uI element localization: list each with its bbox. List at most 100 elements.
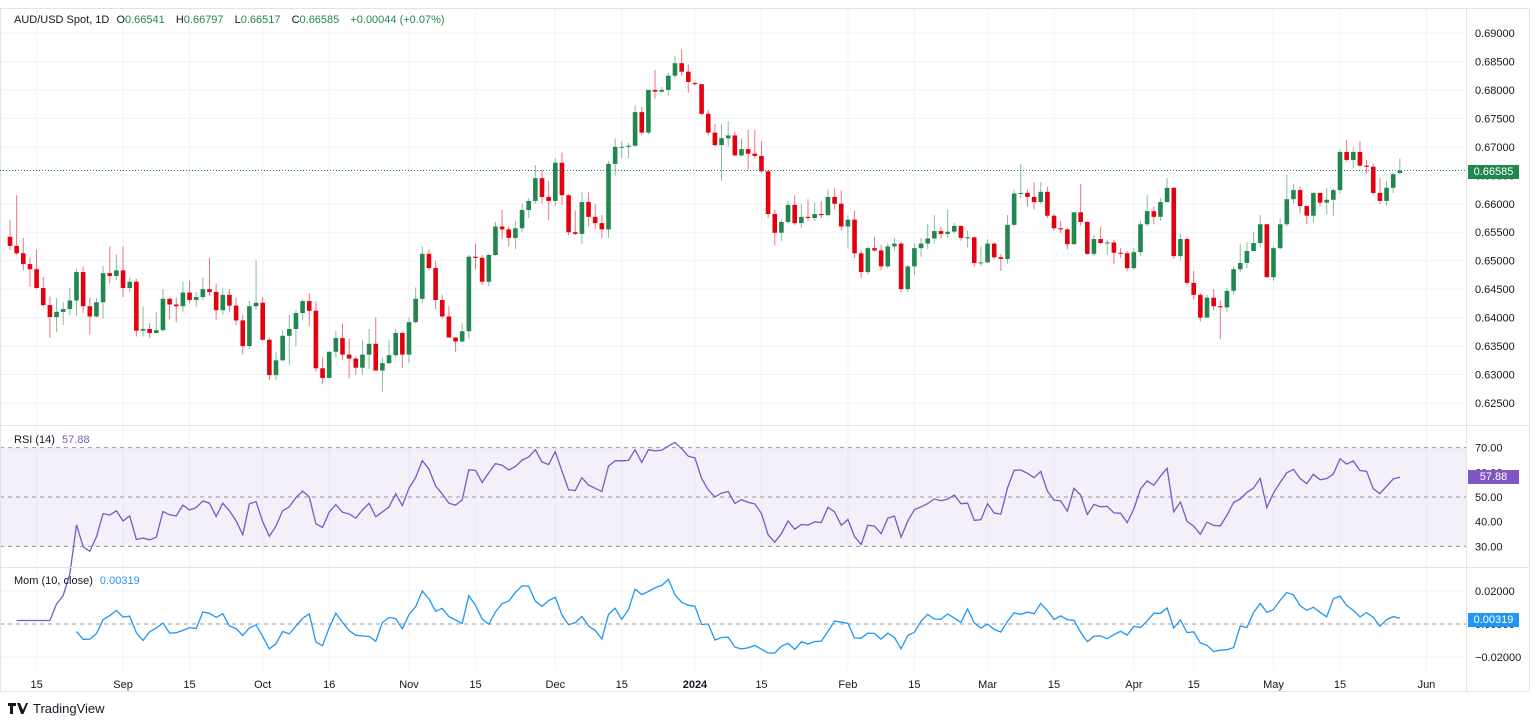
candle-body (360, 354, 365, 368)
x-tick-label: 15 (183, 679, 195, 691)
candle-body (94, 302, 99, 317)
x-tick-label: Oct (254, 679, 271, 691)
candle-body (566, 195, 571, 233)
candle-body (1031, 196, 1037, 203)
candle-body (1337, 151, 1343, 191)
candle-body (1390, 174, 1396, 188)
candle-body (260, 302, 265, 340)
candle-body (386, 355, 392, 364)
candle-body (732, 135, 738, 156)
candle-body (759, 155, 764, 172)
candle-body (892, 243, 897, 247)
candle-body (287, 328, 292, 336)
candle-body (1251, 243, 1256, 252)
candle-body (300, 301, 305, 314)
candle-body (220, 294, 226, 311)
candle-body (54, 311, 59, 318)
candle-body (779, 221, 784, 233)
candle-body (1317, 192, 1323, 203)
candle-body (1058, 228, 1063, 230)
candle-body (1178, 239, 1183, 257)
candle-body (27, 264, 33, 270)
candle-body (74, 272, 79, 301)
candle-body (725, 135, 731, 139)
candle-body (1331, 190, 1336, 200)
candle-body (1237, 262, 1243, 270)
candle-body (765, 171, 771, 215)
candle-body (952, 225, 957, 232)
candle-body (672, 63, 678, 76)
candle-body (819, 214, 824, 216)
rsi-value-badge: 57.88 (1468, 470, 1519, 484)
candle-body (958, 225, 964, 238)
candle-body (878, 250, 884, 267)
y-tick-label: 0.68000 (1475, 85, 1515, 97)
candle-body (712, 132, 718, 146)
candle-body (267, 339, 272, 376)
candle-body (21, 253, 26, 265)
candle-body (1164, 187, 1170, 203)
candle-body (1098, 239, 1103, 244)
candle-body (380, 363, 385, 371)
candle-body (646, 89, 651, 133)
candle-body (858, 253, 864, 273)
mom-tick-label: 0.02000 (1475, 586, 1515, 598)
candle-body (187, 292, 192, 300)
candle-body (413, 298, 418, 323)
candle-body (1264, 224, 1270, 278)
candle-body (1184, 239, 1190, 283)
high-value: H0.66797 (175, 14, 224, 26)
rsi-tick-label: 50.00 (1475, 492, 1503, 504)
candle-body (1138, 224, 1143, 253)
candle-body (1085, 221, 1090, 254)
candle-body (579, 202, 585, 234)
candle-body (1224, 290, 1230, 308)
price-legend: AUD/USD Spot, 1D O0.66541 H0.66797 L0.66… (14, 14, 449, 26)
rsi-tick-label: 30.00 (1475, 541, 1503, 553)
mom-value: 0.00319 (99, 575, 140, 587)
candle-body (752, 153, 758, 156)
rsi-tick-label: 40.00 (1475, 517, 1503, 529)
candle-body (533, 178, 538, 201)
candle-body (925, 238, 930, 244)
candle-body (333, 338, 339, 352)
x-tick-label: Dec (546, 679, 566, 691)
tradingview-logo[interactable]: TradingView (8, 701, 105, 716)
tradingview-logo-icon (8, 703, 28, 714)
candle-body (705, 113, 711, 133)
candle-body (513, 228, 518, 238)
candle-body (918, 243, 924, 249)
chart-frame (0, 8, 1530, 692)
candle-body (473, 256, 478, 258)
candle-body (353, 358, 359, 368)
x-tick-label: Feb (838, 679, 857, 691)
x-tick-label: 15 (908, 679, 920, 691)
candle-body (14, 245, 19, 254)
candle-body (666, 75, 671, 90)
mom-label: Mom (10, close) (14, 575, 93, 587)
candle-body (1025, 192, 1030, 197)
candle-body (87, 306, 93, 317)
chart-canvas[interactable]: 15 Sep 15 Oct 16 Nov 15 Dec 15 2024 15 Feb 15 Mar 15 Ap… (0, 0, 1536, 722)
candle-body (127, 281, 132, 289)
candle-body (1151, 211, 1157, 217)
candle-body (453, 337, 458, 342)
candle-body (213, 291, 219, 311)
candle-body (971, 237, 977, 263)
candle-body (147, 328, 152, 333)
y-tick-label: 0.67500 (1475, 113, 1515, 125)
candles (7, 49, 1403, 392)
candle-body (306, 301, 312, 311)
x-tick-label: 15 (1048, 679, 1060, 691)
candle-body (865, 248, 871, 273)
candle-body (606, 163, 611, 230)
candle-body (140, 328, 146, 331)
candle-body (1351, 151, 1356, 160)
candle-body (832, 196, 837, 204)
candle-body (1005, 224, 1010, 259)
candle-body (439, 299, 445, 317)
candle-body (193, 297, 199, 300)
x-tick-label: 15 (616, 679, 628, 691)
x-tick-label: 15 (755, 679, 767, 691)
candle-body (1171, 187, 1177, 257)
